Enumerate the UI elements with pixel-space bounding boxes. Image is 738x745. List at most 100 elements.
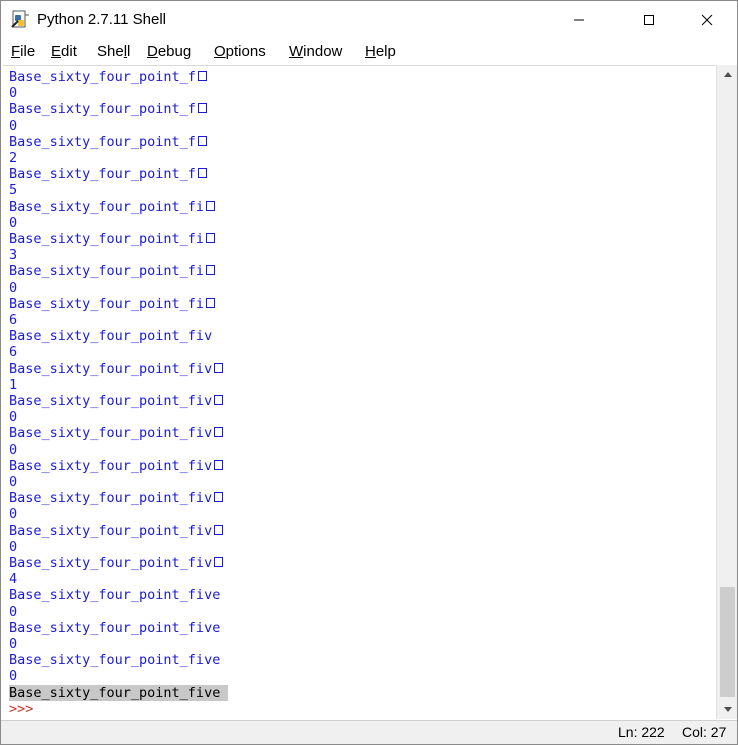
output-line: 6: [9, 344, 17, 360]
output-text: 3: [9, 247, 18, 264]
output-text: Base_sixty_four_point_fiv: [9, 457, 213, 474]
output-line: Base_sixty_four_point_fiv: [9, 523, 224, 539]
scroll-up-button[interactable]: [717, 65, 737, 83]
output-line: Base_sixty_four_point_fiv: [9, 555, 224, 571]
output-text: 4: [9, 571, 18, 588]
missing-glyph-icon: [214, 395, 224, 405]
output-line: Base_sixty_four_point_fi: [9, 231, 216, 247]
output-text: 0: [9, 441, 18, 458]
output-text: 2: [9, 150, 18, 166]
menu-item[interactable]: Options: [214, 41, 266, 63]
output-text: Base_sixty_four_point_f: [9, 101, 196, 118]
selected-output-line[interactable]: Base_sixty_four_point_five: [9, 684, 229, 701]
output-text: 0: [9, 636, 18, 652]
output-text: Base_sixty_four_point_fiv: [9, 425, 213, 442]
output-line: 0: [9, 409, 17, 425]
output-line: Base_sixty_four_point_fiv: [9, 490, 224, 507]
output-text: Base_sixty_four_point_fiv: [9, 360, 213, 377]
missing-glyph-icon: [214, 492, 224, 503]
output-line: Base_sixty_four_point_fiv: [9, 360, 224, 377]
close-icon: [701, 14, 713, 26]
maximize-button[interactable]: [626, 1, 672, 39]
close-button[interactable]: [684, 1, 730, 39]
output-line: Base_sixty_four_point_fiv: [9, 328, 212, 344]
missing-glyph-icon: [214, 557, 224, 567]
output-line: 0: [9, 668, 17, 684]
output-line: Base_sixty_four_point_f: [9, 101, 207, 117]
shell-output[interactable]: Base_sixty_four_point_f 0 Base_sixty_four_…: [3, 65, 715, 720]
menu-label-part: ile: [20, 43, 36, 60]
output-text: Base_sixty_four_point_fiv: [9, 490, 213, 507]
missing-glyph-icon: [214, 427, 224, 438]
title-bar[interactable]: Python 2.7.11 Shell: [1, 1, 737, 39]
scroll-down-button[interactable]: [717, 701, 737, 719]
output-text: Base_sixty_four_point_fi: [9, 295, 205, 312]
missing-glyph-icon: [197, 103, 207, 114]
missing-glyph-icon: [206, 200, 216, 211]
output-text: 6: [9, 312, 18, 328]
output-line: 0: [9, 215, 17, 231]
output-text: Base_sixty_four_point_fiv: [9, 555, 213, 571]
output-line: Base_sixty_four_point_fi: [9, 295, 216, 312]
menu-bar: File Edit Shell Debug Options Window Help: [1, 39, 737, 65]
menu-label-part: dit: [61, 43, 77, 60]
output-line: Base_sixty_four_point_fiv: [9, 457, 224, 474]
arrow-up-icon: [723, 72, 732, 77]
output-text: Base_sixty_four_point_fiv: [9, 393, 213, 409]
shell-prompt[interactable]: >>>: [9, 701, 33, 717]
menu-label-part: elp: [375, 43, 396, 60]
missing-glyph-icon: [214, 524, 224, 535]
menu-item[interactable]: Help: [365, 41, 396, 63]
output-line: Base_sixty_four_point_f: [9, 166, 207, 182]
output-line: 0: [9, 474, 17, 490]
vertical-scrollbar[interactable]: [716, 65, 737, 719]
output-text: 0: [9, 538, 18, 555]
output-text: 0: [9, 279, 18, 296]
menu-mnemonic: F: [11, 43, 21, 60]
output-text: Base_sixty_four_point_five: [9, 587, 221, 604]
output-text: 0: [9, 506, 18, 523]
output-text: 0: [9, 85, 18, 102]
scroll-thumb[interactable]: [720, 587, 735, 697]
output-line: 3: [9, 247, 17, 263]
output-text: 0: [9, 668, 18, 685]
output-line: Base_sixty_four_point_fiv: [9, 393, 224, 409]
menu-mnemonic: E: [51, 43, 62, 60]
minimize-button[interactable]: [556, 1, 602, 39]
output-line: Base_sixty_four_point_f: [9, 69, 207, 85]
menu-item[interactable]: Edit: [51, 41, 77, 63]
output-text: Base_sixty_four_point_fi: [9, 231, 205, 247]
output-line: Base_sixty_four_point_fiv: [9, 425, 224, 442]
output-line: 0: [9, 506, 17, 522]
missing-glyph-icon: [197, 168, 207, 179]
output-line: 0: [9, 604, 17, 620]
column-number-status: Col: 27: [682, 724, 727, 740]
output-text: Base_sixty_four_point_f: [9, 133, 196, 150]
output-text: Base_sixty_four_point_five: [9, 619, 221, 636]
output-line: 0: [9, 280, 17, 296]
minimize-icon: [574, 19, 584, 21]
output-text: 0: [9, 409, 18, 426]
idle-shell-window: Python 2.7.11 Shell File Edit Shell Debug Op…: [0, 0, 738, 745]
output-text: Base_sixty_four_point_f: [9, 69, 196, 85]
output-text: Base_sixty_four_point_fiv: [9, 328, 213, 345]
menu-label-part: She: [97, 43, 124, 60]
menu-mnemonic: O: [214, 43, 226, 60]
missing-glyph-icon: [206, 233, 216, 243]
output-line: 6: [9, 312, 17, 328]
missing-glyph-icon: [206, 265, 216, 276]
output-line: 0: [9, 539, 17, 555]
output-text: 5: [9, 182, 18, 199]
menu-item[interactable]: File: [11, 41, 35, 63]
window-title: Python 2.7.11 Shell: [37, 11, 166, 28]
missing-glyph-icon: [197, 135, 207, 146]
output-line: Base_sixty_four_point_fi: [9, 263, 216, 279]
menu-item[interactable]: Debug: [147, 41, 191, 63]
menu-item[interactable]: Window: [289, 41, 342, 63]
output-line: 4: [9, 571, 17, 587]
missing-glyph-icon: [214, 459, 224, 470]
menu-item[interactable]: Shell: [97, 41, 130, 63]
output-line: Base_sixty_four_point_fi: [9, 199, 216, 215]
menu-mnemonic: D: [147, 43, 158, 60]
output-line: 1: [9, 377, 17, 393]
